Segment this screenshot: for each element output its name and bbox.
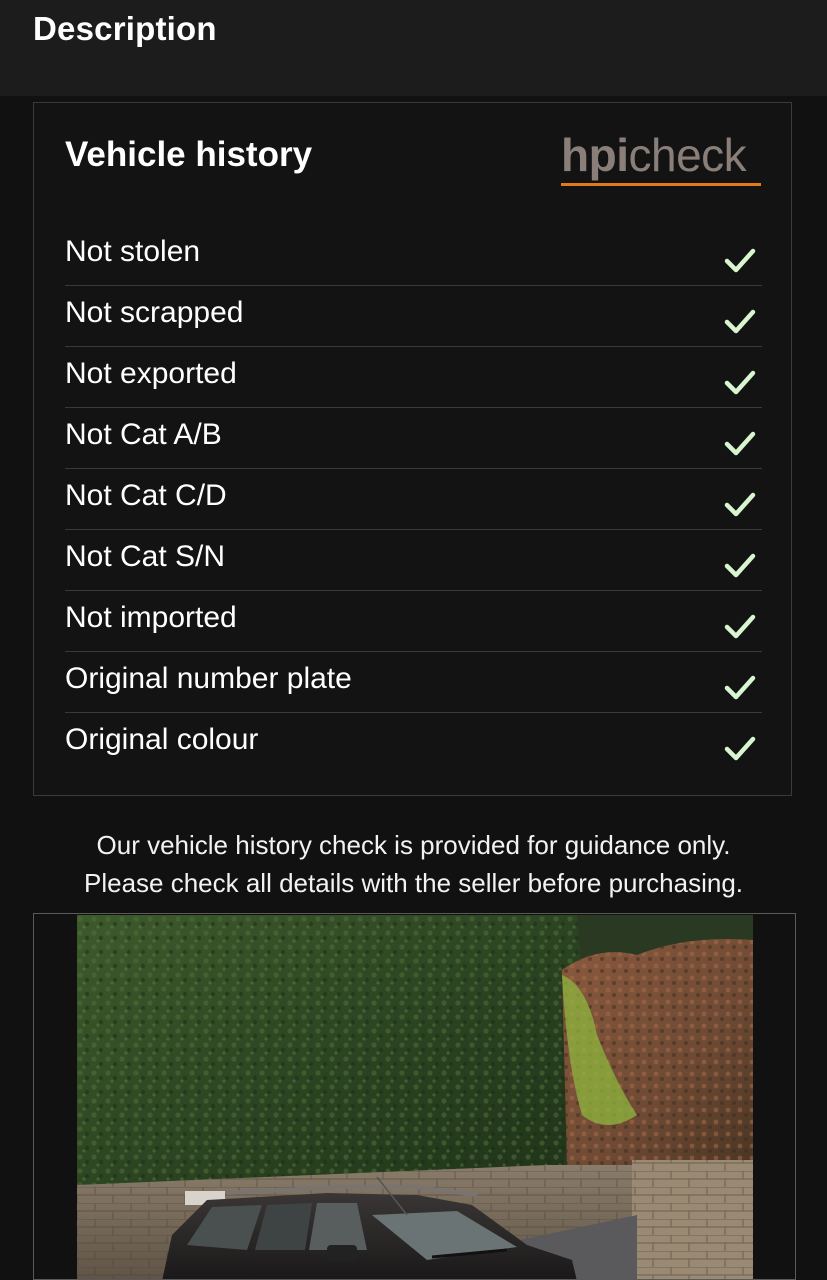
check-label: Original number plate [65,662,352,695]
check-icon [724,553,756,578]
check-label: Original colour [65,723,259,756]
check-icon [724,736,756,761]
check-row: Not Cat C/D [65,469,762,530]
check-row: Original number plate [65,652,762,713]
check-label: Not imported [65,601,237,634]
car-photo[interactable] [77,915,753,1280]
vehicle-history-card: Vehicle history hpicheck Not stolen Not … [33,102,792,796]
vehicle-photo-frame[interactable] [33,913,796,1280]
check-row: Not Cat S/N [65,530,762,591]
check-icon [724,370,756,395]
check-label: Not Cat A/B [65,418,222,451]
description-header: Description [0,0,827,96]
check-icon [724,248,756,273]
vehicle-check-list: Not stolen Not scrapped Not exported Not… [65,225,762,773]
check-label: Not Cat C/D [65,479,227,512]
disclaimer-line-2: Please check all details with the seller… [83,868,744,898]
check-row: Not scrapped [65,286,762,347]
hpi-check-logo: hpicheck [561,127,761,187]
check-row: Original colour [65,713,762,773]
check-icon [724,614,756,639]
check-icon [724,431,756,456]
check-label: Not exported [65,357,237,390]
check-row: Not imported [65,591,762,652]
disclaimer-line-1: Our vehicle history check is provided fo… [96,830,731,860]
history-disclaimer: Our vehicle history check is provided fo… [0,826,827,902]
check-row: Not Cat A/B [65,408,762,469]
vehicle-history-title: Vehicle history [65,135,313,174]
check-label: Not stolen [65,235,201,268]
check-icon [724,492,756,517]
check-label: Not scrapped [65,296,244,329]
check-icon [724,675,756,700]
check-label: Not Cat S/N [65,540,226,573]
check-row: Not stolen [65,225,762,286]
check-row: Not exported [65,347,762,408]
check-icon [724,309,756,334]
section-title: Description [33,10,217,47]
